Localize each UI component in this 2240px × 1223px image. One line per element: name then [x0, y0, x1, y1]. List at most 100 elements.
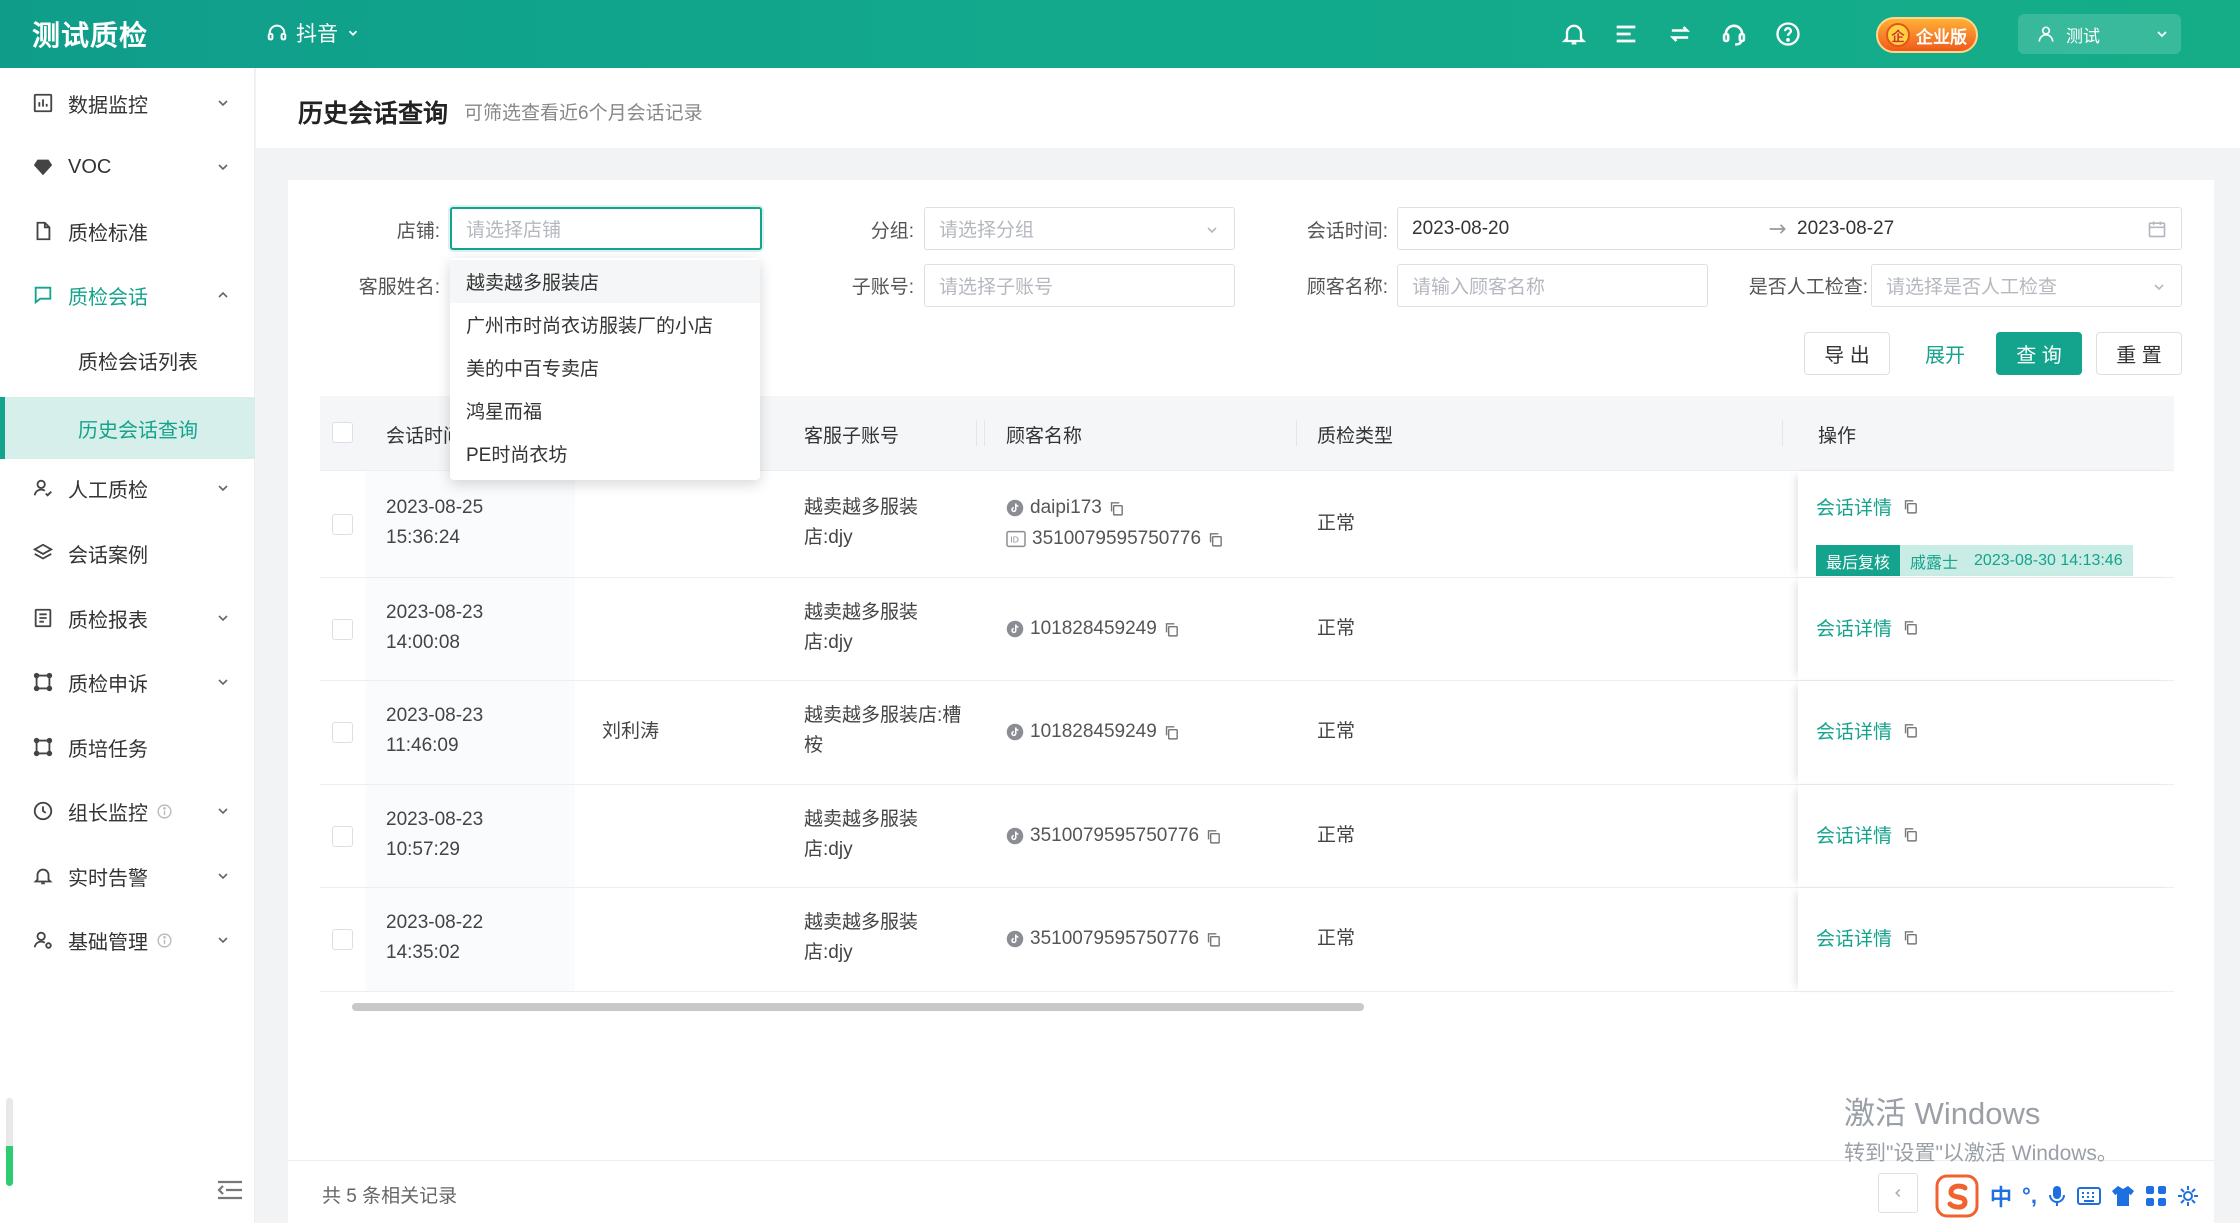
horizontal-scrollbar[interactable]	[352, 1003, 1364, 1011]
page-subtitle: 可筛选查看近6个月会话记录	[464, 103, 703, 124]
sidebar-subitem-history-query[interactable]: 历史会话查询	[0, 397, 255, 459]
shop-option[interactable]: 美的中百专卖店	[450, 346, 760, 389]
copy-icon[interactable]	[1902, 722, 1919, 739]
sidebar-item-qc-standard[interactable]: 质检标准	[0, 199, 255, 263]
row-checkbox[interactable]	[332, 619, 353, 640]
customer-id-line: ID 3510079595750776	[1006, 524, 1224, 554]
sidebar-item-qc-report[interactable]: 质检报表	[0, 586, 255, 650]
sidebar-item-data-monitor[interactable]: 数据监控	[0, 71, 255, 135]
shop-option[interactable]: 广州市时尚衣访服装厂的小店	[450, 303, 760, 346]
shop-option[interactable]: 鸿星而福	[450, 389, 760, 432]
id-icon: ID	[1006, 530, 1026, 548]
shop-option[interactable]: PE时尚衣坊	[450, 432, 760, 475]
sidebar-subitem-label: 质检会话列表	[78, 351, 198, 374]
prev-page-button[interactable]	[1878, 1173, 1918, 1213]
info-icon[interactable]	[156, 803, 173, 820]
copy-icon[interactable]	[1902, 929, 1919, 946]
sidebar-item-qc-session[interactable]: 质检会话	[0, 263, 255, 327]
table-row: 2023-08-22 14:35:02 越卖越多服装 店:djy 351007959…	[320, 888, 2174, 992]
expand-button[interactable]: 展开	[1902, 332, 1988, 375]
headset-icon	[266, 22, 288, 44]
copy-icon[interactable]	[1163, 724, 1180, 741]
customer-input[interactable]: 请输入顾客名称	[1397, 264, 1708, 307]
row-checkbox[interactable]	[332, 929, 353, 950]
sidebar-item-label: 质检会话	[68, 286, 148, 309]
support-icon[interactable]	[1720, 20, 1748, 48]
copy-icon[interactable]	[1205, 828, 1222, 845]
tiktok-icon	[1006, 499, 1024, 517]
copy-icon[interactable]	[1205, 931, 1222, 948]
ime-lang[interactable]: 中	[1990, 1180, 2012, 1212]
info-icon[interactable]	[156, 932, 173, 949]
user-menu[interactable]: 测试	[2018, 14, 2181, 54]
progress-fill	[6, 1146, 13, 1186]
scroll-progress-bar[interactable]	[6, 1098, 13, 1186]
help-icon[interactable]	[1774, 20, 1802, 48]
sidebar-item-realtime-alert[interactable]: 实时告警	[0, 844, 255, 908]
search-button[interactable]: 查 询	[1996, 332, 2082, 375]
customer-name: 101828459249	[1030, 618, 1157, 639]
keyboard-icon[interactable]	[2076, 1186, 2101, 1206]
group-select[interactable]: 请选择分组	[924, 207, 1235, 250]
user-icon	[2036, 24, 2056, 44]
manual-check-label: 是否人工检查:	[1748, 277, 1868, 298]
select-all-checkbox[interactable]	[332, 422, 353, 443]
sidebar-item-session-cases[interactable]: 会话案例	[0, 521, 255, 585]
sidebar-item-label: 质检标准	[68, 222, 148, 245]
session-detail-link[interactable]: 会话详情	[1816, 821, 1919, 848]
subaccount-line2: 店:djy	[804, 839, 853, 860]
chevron-down-icon	[2151, 279, 2167, 295]
copy-icon[interactable]	[1902, 826, 1919, 843]
sidebar-item-basic-admin[interactable]: 基础管理	[0, 908, 255, 972]
menu-lines-icon[interactable]	[1612, 20, 1640, 48]
subaccount-select[interactable]: 请选择子账号	[924, 264, 1235, 307]
copy-icon[interactable]	[1207, 531, 1224, 548]
sidebar-subitem-session-list[interactable]: 质检会话列表	[0, 329, 255, 391]
sidebar-item-qc-appeal[interactable]: 质检申诉	[0, 650, 255, 714]
shop-select[interactable]: 请选择店铺	[450, 207, 762, 250]
bell-icon[interactable]	[1560, 20, 1588, 48]
sidebar-item-training-task[interactable]: 质培任务	[0, 715, 255, 779]
session-detail-label: 会话详情	[1816, 929, 1893, 950]
session-detail-link[interactable]: 会话详情	[1816, 717, 1919, 744]
column-divider	[984, 420, 985, 446]
session-detail-link[interactable]: 会话详情	[1816, 493, 1919, 520]
enterprise-badge[interactable]: 企 企业版	[1876, 17, 1978, 53]
session-detail-link[interactable]: 会话详情	[1816, 614, 1919, 641]
platform-switcher[interactable]: 抖音	[266, 18, 360, 48]
medal-icon: 企	[1886, 23, 1910, 47]
sidebar-item-manual-qc[interactable]: 人工质检	[0, 456, 255, 520]
edition-label: 企业版	[1916, 27, 1967, 47]
chevron-up-icon	[215, 287, 231, 303]
row-checkbox[interactable]	[332, 722, 353, 743]
session-date: 2023-08-22	[386, 912, 484, 933]
switch-icon[interactable]	[1666, 20, 1694, 48]
copy-icon[interactable]	[1163, 621, 1180, 638]
manual-check-select[interactable]: 请选择是否人工检查	[1871, 264, 2182, 307]
row-checkbox[interactable]	[332, 826, 353, 847]
skin-shirt-icon[interactable]	[2111, 1185, 2135, 1207]
microphone-icon[interactable]	[2047, 1184, 2067, 1208]
ime-settings-icon[interactable]	[2177, 1185, 2199, 1207]
copy-icon[interactable]	[1108, 500, 1125, 517]
shop-option[interactable]: 越卖越多服装店	[450, 260, 760, 303]
toolbox-grid-icon[interactable]	[2145, 1185, 2167, 1207]
copy-icon[interactable]	[1902, 619, 1919, 636]
watermark-subtitle: 转到"设置"以激活 Windows。	[1844, 1142, 2118, 1165]
reset-button[interactable]: 重 置	[2096, 332, 2182, 375]
session-time: 2023-08-23 11:46:09	[386, 701, 483, 761]
sidebar-item-leader-monitor[interactable]: 组长监控	[0, 779, 255, 843]
copy-icon[interactable]	[1902, 498, 1919, 515]
row-checkbox[interactable]	[332, 514, 353, 535]
session-detail-link[interactable]: 会话详情	[1816, 924, 1919, 951]
sidebar-item-voc[interactable]: VOC	[0, 135, 255, 199]
customer-name: 3510079595750776	[1030, 825, 1200, 846]
sogou-logo-icon[interactable]	[1934, 1173, 1980, 1219]
session-detail-label: 会话详情	[1816, 619, 1893, 640]
ime-punctuation[interactable]: °,	[2022, 1183, 2037, 1209]
date-range-picker[interactable]: 2023-08-20 2023-08-27	[1397, 207, 2182, 250]
subaccount-line1: 越卖越多服装	[804, 912, 919, 933]
table-footer: 共 5 条相关记录	[288, 1160, 2214, 1223]
collapse-sidebar-icon[interactable]	[216, 1178, 244, 1202]
export-button[interactable]: 导 出	[1804, 332, 1890, 375]
